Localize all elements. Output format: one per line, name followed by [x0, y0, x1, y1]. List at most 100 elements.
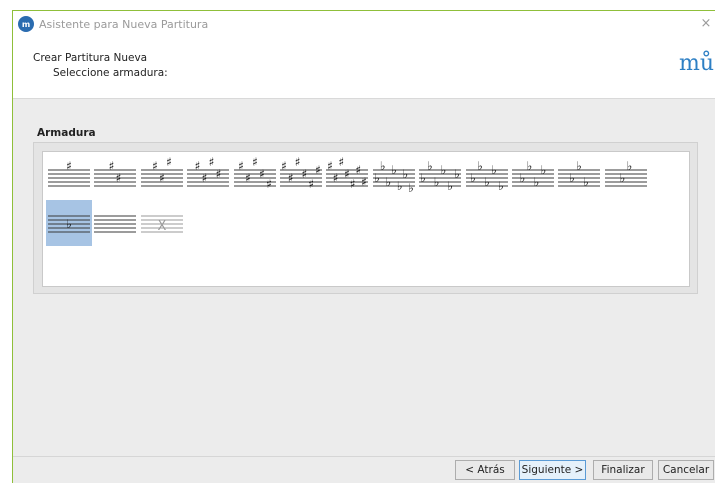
- staff-icon: ♯♯: [94, 159, 137, 187]
- staff-icon: ♯♯♯♯♯: [233, 155, 276, 191]
- flat-accidental: ♭: [434, 175, 440, 189]
- sharp-accidental: ♯: [315, 163, 321, 177]
- key-signature-flat-1[interactable]: ♭: [46, 200, 92, 246]
- flat-accidental: ♭: [397, 179, 403, 193]
- staff-icon: ♯♯♯♯♯♯: [280, 155, 322, 191]
- staff-icon: ♭♭♭♭♭♭: [419, 159, 462, 193]
- sharp-accidental: ♯: [259, 167, 265, 181]
- flat-accidental: ♭: [527, 159, 533, 173]
- sharp-accidental: ♯: [152, 159, 158, 173]
- flat-accidental: ♭: [402, 167, 408, 181]
- musescore-logo: mů: [678, 51, 714, 76]
- sharp-accidental: ♯: [295, 155, 301, 169]
- flat-accidental: ♭: [570, 171, 576, 185]
- flat-accidental: ♭: [498, 179, 504, 193]
- flat-accidental: ♭: [470, 171, 476, 185]
- sharp-accidental: ♯: [245, 171, 251, 185]
- wizard-header: Crear Partitura Nueva Seleccione armadur…: [13, 39, 715, 99]
- sharp-accidental: ♯: [116, 171, 122, 185]
- staff-icon: ♭♭♭♭♭♭♭: [372, 159, 415, 195]
- key-signature-open-0[interactable]: X: [139, 200, 185, 246]
- key-signature-palette: ♯ ♯ ♯ ♯ ♯ ♯ ♯ ♯ ♯ ♯ ♯ ♯ ♯ ♯ ♯ ♯ ♯ ♯ ♯ ♯ ♯ ♯ ♯ ♯ ♯ ♯ ♯ ♯ ♭ ♭ ♭ ♭ ♭ ♭ ♭ ♭ ♭ ♭ ♭ ♭…: [42, 151, 690, 287]
- staff-icon: [94, 215, 137, 233]
- flat-accidental: ♭: [619, 171, 625, 185]
- window-title: Asistente para Nueva Partitura: [39, 18, 209, 31]
- open-key-symbol: X: [157, 219, 166, 234]
- sharp-accidental: ♯: [66, 159, 72, 173]
- sharp-accidental: ♯: [361, 175, 367, 189]
- sharp-accidental: ♯: [266, 177, 272, 191]
- wizard-content: Armadura ♯ ♯ ♯ ♯ ♯ ♯ ♯ ♯ ♯ ♯ ♯ ♯ ♯ ♯ ♯ ♯ ♯ ♯ ♯ ♯ ♯ ♯ ♯ ♯ ♯ ♯ ♯ ♯ ♭ ♭ ♭…: [13, 100, 715, 456]
- sharp-accidental: ♯: [288, 171, 294, 185]
- finish-button[interactable]: Finalizar: [593, 460, 653, 480]
- close-icon[interactable]: ×: [698, 16, 714, 31]
- staff-icon: ♭♭♭♭♭: [465, 159, 508, 193]
- footer-divider: [13, 456, 715, 457]
- staff-icon: ♭♭: [604, 159, 647, 187]
- page-title: Crear Partitura Nueva: [33, 52, 148, 64]
- key-signature-flat-4[interactable]: ♭ ♭ ♭ ♭: [510, 154, 556, 200]
- flat-accidental: ♭: [491, 163, 497, 177]
- flat-accidental: ♭: [420, 171, 426, 185]
- back-button[interactable]: < Atrás: [455, 460, 515, 480]
- staff-icon: ♯♯♯♯♯♯♯: [326, 155, 369, 191]
- key-signature-flat-5[interactable]: ♭ ♭ ♭ ♭ ♭: [464, 154, 510, 200]
- staff-icon: X: [140, 215, 183, 234]
- sharp-accidental: ♯: [109, 159, 115, 173]
- sharp-accidental: ♯: [333, 171, 339, 185]
- next-button[interactable]: Siguiente >: [519, 460, 586, 480]
- key-signature-sharp-5[interactable]: ♯ ♯ ♯ ♯ ♯: [232, 154, 278, 200]
- staff-icon: ♭: [48, 215, 90, 233]
- flat-accidental: ♭: [584, 175, 590, 189]
- key-signature-sharp-6[interactable]: ♯ ♯ ♯ ♯ ♯ ♯: [278, 154, 324, 200]
- key-signature-sharp-1[interactable]: ♯: [46, 154, 92, 200]
- key-signature-flat-6[interactable]: ♭ ♭ ♭ ♭ ♭ ♭: [417, 154, 463, 200]
- flat-accidental: ♭: [626, 159, 632, 173]
- title-bar: m Asistente para Nueva Partitura ×: [13, 11, 715, 39]
- flat-accidental: ♭: [541, 163, 547, 177]
- wizard-window: m Asistente para Nueva Partitura × Crear…: [12, 10, 715, 483]
- sharp-accidental: ♯: [301, 167, 307, 181]
- key-signature-group-label: Armadura: [37, 127, 96, 139]
- key-signature-sharp-4[interactable]: ♯ ♯ ♯ ♯: [185, 154, 231, 200]
- sharp-accidental: ♯: [159, 171, 165, 185]
- key-signature-flat-2[interactable]: ♭ ♭: [603, 154, 649, 200]
- musescore-app-icon: m: [18, 16, 34, 32]
- key-signature-sharp-3[interactable]: ♯ ♯ ♯: [139, 154, 185, 200]
- key-signature-none-0[interactable]: [92, 200, 138, 246]
- key-signature-flat-7[interactable]: ♭ ♭ ♭ ♭ ♭ ♭ ♭: [371, 154, 417, 200]
- key-signature-group: ♯ ♯ ♯ ♯ ♯ ♯ ♯ ♯ ♯ ♯ ♯ ♯ ♯ ♯ ♯ ♯ ♯ ♯ ♯ ♯ ♯ ♯ ♯ ♯ ♯ ♯ ♯ ♯ ♭ ♭ ♭ ♭ ♭ ♭ ♭ ♭ ♭ ♭ ♭ ♭…: [33, 142, 698, 294]
- flat-accidental: ♭: [577, 159, 583, 173]
- flat-accidental: ♭: [441, 163, 447, 177]
- cancel-button[interactable]: Cancelar: [658, 460, 714, 480]
- sharp-accidental: ♯: [166, 155, 172, 169]
- flat-accidental: ♭: [448, 179, 454, 193]
- staff-icon: ♯: [48, 159, 90, 187]
- flat-accidental: ♭: [380, 159, 386, 173]
- flat-accidental: ♭: [534, 175, 540, 189]
- sharp-accidental: ♯: [202, 171, 208, 185]
- key-signature-flat-3[interactable]: ♭ ♭ ♭: [556, 154, 602, 200]
- sharp-accidental: ♯: [350, 177, 356, 191]
- sharp-accidental: ♯: [216, 167, 222, 181]
- staff-icon: ♯♯♯: [140, 155, 183, 187]
- staff-icon: ♯♯♯♯: [187, 155, 230, 187]
- flat-accidental: ♭: [454, 167, 460, 181]
- staff-icon: ♭♭♭: [558, 159, 601, 189]
- sharp-accidental: ♯: [308, 177, 314, 191]
- flat-accidental: ♭: [408, 181, 414, 195]
- sharp-accidental: ♯: [238, 159, 244, 173]
- sharp-accidental: ♯: [252, 155, 258, 169]
- sharp-accidental: ♯: [195, 159, 201, 173]
- flat-accidental: ♭: [484, 175, 490, 189]
- sharp-accidental: ♯: [281, 159, 287, 173]
- sharp-accidental: ♯: [209, 155, 215, 169]
- flat-accidental: ♭: [477, 159, 483, 173]
- flat-accidental: ♭: [385, 175, 391, 189]
- flat-accidental: ♭: [391, 163, 397, 177]
- key-signature-sharp-2[interactable]: ♯ ♯: [92, 154, 138, 200]
- key-signature-sharp-7[interactable]: ♯ ♯ ♯ ♯ ♯ ♯ ♯: [324, 154, 370, 200]
- page-subtitle: Seleccione armadura:: [53, 67, 168, 79]
- flat-accidental: ♭: [427, 159, 433, 173]
- staff-icon: ♭♭♭♭: [512, 159, 554, 189]
